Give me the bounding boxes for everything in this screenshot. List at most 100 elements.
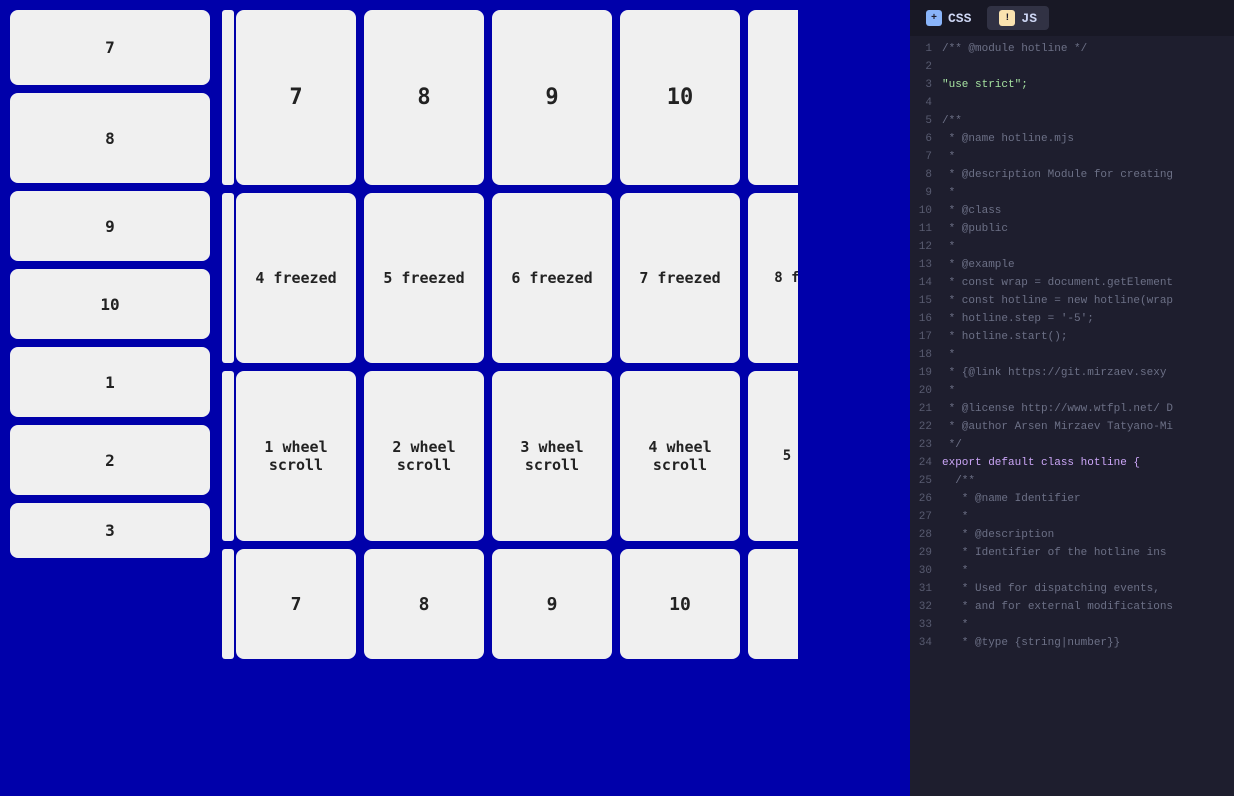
tab-css-label: CSS [948, 11, 971, 26]
tab-css[interactable]: + CSS [914, 6, 983, 30]
line-number: 13 [914, 256, 942, 274]
line-number: 4 [914, 94, 942, 112]
scroll-col-4: 10 7 freezed 4 wheel scroll 10 [620, 10, 740, 786]
code-line: 21 * @license http://www.wtfpl.net/ D [910, 400, 1234, 418]
line-content: * [942, 382, 1230, 400]
line-content: * [942, 508, 1230, 526]
editor-tabs[interactable]: + CSS ! JS [910, 0, 1234, 36]
line-content: * Used for dispatching events, [942, 580, 1230, 598]
line-content: export default class hotline { [942, 454, 1230, 472]
card-10-r4b: 10 [620, 549, 740, 659]
line-content: * @description Module for creating [942, 166, 1230, 184]
divider-seg-2 [222, 193, 234, 363]
line-number: 34 [914, 634, 942, 652]
card-1-r5b: 1 [748, 549, 798, 659]
line-content: * hotline.step = '-5'; [942, 310, 1230, 328]
line-content: /** [942, 472, 1230, 490]
line-number: 12 [914, 238, 942, 256]
tab-js-label: JS [1021, 11, 1037, 26]
line-number: 6 [914, 130, 942, 148]
card-7freezed-r4: 7 freezed [620, 193, 740, 363]
code-line: 23 */ [910, 436, 1234, 454]
code-line: 9 * [910, 184, 1234, 202]
card-9-r3: 9 [492, 10, 612, 185]
code-line: 26 * @name Identifier [910, 490, 1234, 508]
line-content: * {@link https://git.mirzaev.sexy [942, 364, 1230, 382]
line-number: 7 [914, 148, 942, 166]
divider-strip [220, 0, 236, 796]
card-4freezed-r1: 4 freezed [236, 193, 356, 363]
line-number: 2 [914, 58, 942, 76]
css-icon: + [926, 10, 942, 26]
code-line: 27 * [910, 508, 1234, 526]
line-content: * const wrap = document.getElement [942, 274, 1230, 292]
line-number: 33 [914, 616, 942, 634]
line-number: 18 [914, 346, 942, 364]
line-content: * const hotline = new hotline(wrap [942, 292, 1230, 310]
fixed-column: 7 8 9 10 1 2 3 [0, 0, 220, 796]
line-number: 25 [914, 472, 942, 490]
card-10-r4: 10 [620, 10, 740, 185]
carousel-panel[interactable]: 7 8 9 10 1 2 3 7 4 freezed 1 wheel scrol… [0, 0, 910, 796]
fixed-card-10: 10 [10, 269, 210, 339]
scroll-col-3: 9 6 freezed 3 wheel scroll 9 [492, 10, 612, 786]
code-line: 16 * hotline.step = '-5'; [910, 310, 1234, 328]
line-content: /** @module hotline */ [942, 40, 1230, 58]
line-number: 32 [914, 598, 942, 616]
line-content: * and for external modifications [942, 598, 1230, 616]
line-number: 16 [914, 310, 942, 328]
line-number: 8 [914, 166, 942, 184]
line-number: 5 [914, 112, 942, 130]
code-line: 33 * [910, 616, 1234, 634]
line-number: 22 [914, 418, 942, 436]
card-8-r2b: 8 [364, 549, 484, 659]
line-number: 27 [914, 508, 942, 526]
line-number: 10 [914, 202, 942, 220]
code-editor-panel: + CSS ! JS 1/** @module hotline */23"use… [910, 0, 1234, 796]
code-line: 14 * const wrap = document.getElement [910, 274, 1234, 292]
code-line: 1/** @module hotline */ [910, 40, 1234, 58]
code-line: 19 * {@link https://git.mirzaev.sexy [910, 364, 1234, 382]
line-content: * [942, 148, 1230, 166]
code-line: 8 * @description Module for creating [910, 166, 1234, 184]
line-number: 31 [914, 580, 942, 598]
code-line: 34 * @type {string|number}} [910, 634, 1234, 652]
line-number: 15 [914, 292, 942, 310]
card-9-r3b: 9 [492, 549, 612, 659]
code-line: 3"use strict"; [910, 76, 1234, 94]
code-line: 10 * @class [910, 202, 1234, 220]
line-number: 21 [914, 400, 942, 418]
line-content: "use strict"; [942, 76, 1230, 94]
code-line: 15 * const hotline = new hotline(wrap [910, 292, 1234, 310]
code-line: 32 * and for external modifications [910, 598, 1234, 616]
code-line: 18 * [910, 346, 1234, 364]
line-number: 23 [914, 436, 942, 454]
code-line: 11 * @public [910, 220, 1234, 238]
card-5freezed-r2: 5 freezed [364, 193, 484, 363]
divider-seg-3 [222, 371, 234, 541]
line-number: 26 [914, 490, 942, 508]
fixed-card-7: 7 [10, 10, 210, 85]
card-10b-r5 [748, 10, 798, 185]
line-content: * @description [942, 526, 1230, 544]
line-content: * @public [942, 220, 1230, 238]
card-3scroll-r3: 3 wheel scroll [492, 371, 612, 541]
line-content: * @license http://www.wtfpl.net/ D [942, 400, 1230, 418]
line-content [942, 94, 1230, 112]
line-number: 1 [914, 40, 942, 58]
line-content: * [942, 562, 1230, 580]
fixed-card-8: 8 [10, 93, 210, 183]
line-content: * [942, 184, 1230, 202]
card-8fre-r5: 8 fre... [748, 193, 798, 363]
line-content: * @class [942, 202, 1230, 220]
scroll-col-5: 8 fre... 5 w... 1 [748, 10, 798, 786]
tab-js[interactable]: ! JS [987, 6, 1049, 30]
line-number: 9 [914, 184, 942, 202]
line-content: /** [942, 112, 1230, 130]
code-content[interactable]: 1/** @module hotline */23"use strict";45… [910, 36, 1234, 796]
line-content: * [942, 616, 1230, 634]
code-line: 7 * [910, 148, 1234, 166]
code-line: 4 [910, 94, 1234, 112]
scrolling-area[interactable]: 7 4 freezed 1 wheel scroll 7 8 5 freezed… [236, 0, 910, 796]
line-content: * [942, 346, 1230, 364]
